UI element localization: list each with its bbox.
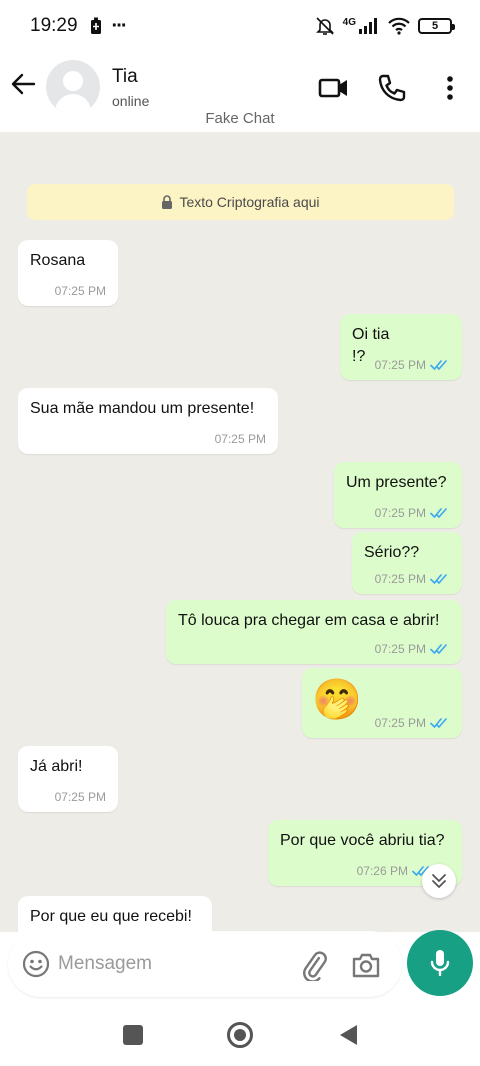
notification-more-icon: ···: [111, 14, 128, 37]
battery-icon: 5: [418, 18, 455, 34]
message-input[interactable]: [58, 946, 288, 982]
avatar[interactable]: [46, 60, 100, 114]
message-outgoing[interactable]: Tô louca pra chegar em casa e abrir! 07:…: [166, 600, 462, 664]
contact-name[interactable]: Tia: [112, 66, 138, 88]
camera-icon[interactable]: [350, 949, 382, 981]
message-text: Por que você abriu tia?: [280, 832, 445, 849]
message-composer: [8, 931, 402, 997]
mute-bell-icon: [315, 17, 334, 35]
video-camera-icon[interactable]: [318, 72, 350, 104]
battery-level: 5: [431, 20, 439, 32]
back-triangle-icon[interactable]: [336, 1022, 362, 1048]
double-check-icon: [430, 644, 447, 654]
message-time: 07:25 PM: [374, 572, 426, 586]
message-outgoing[interactable]: Sério?? 07:25 PM: [352, 532, 462, 594]
smiley-icon[interactable]: [22, 950, 50, 978]
double-check-icon: [430, 508, 447, 518]
arrow-left-icon[interactable]: [10, 70, 38, 98]
message-text: Sua mãe mandou um presente!: [30, 400, 255, 417]
status-bar: 19:29 ··· 4G 5: [0, 0, 480, 52]
watermark: Fake Chat: [205, 110, 275, 127]
message-text: Rosana: [30, 252, 86, 269]
message-incoming[interactable]: Já abri! 07:25 PM: [18, 746, 118, 812]
message-time: 07:25 PM: [374, 358, 426, 372]
phone-icon[interactable]: [376, 72, 408, 104]
message-time: 07:25 PM: [374, 506, 426, 520]
chat-header: Tia online Fake Chat: [0, 52, 480, 132]
message-time: 07:25 PM: [214, 432, 266, 446]
message-incoming[interactable]: Sua mãe mandou um presente! 07:25 PM: [18, 388, 278, 454]
message-time: 07:25 PM: [54, 284, 106, 298]
message-incoming[interactable]: Por que eu que recebi!: [18, 896, 212, 932]
message-text: Sério??: [364, 544, 420, 561]
message-text: Oi tia: [352, 326, 390, 343]
message-outgoing[interactable]: Um presente? 07:25 PM: [334, 462, 462, 528]
message-time: 07:25 PM: [374, 642, 426, 656]
microphone-button[interactable]: [407, 930, 473, 996]
message-incoming[interactable]: Rosana 07:25 PM: [18, 240, 118, 306]
more-vertical-icon[interactable]: [434, 72, 466, 104]
lock-icon: [162, 195, 173, 209]
message-outgoing[interactable]: Oi tia !? 07:25 PM: [340, 314, 462, 380]
contact-status: online: [112, 93, 150, 109]
double-check-icon: [430, 360, 447, 370]
network-type: 4G: [342, 16, 356, 28]
microphone-icon: [430, 950, 450, 977]
double-chevron-down-icon: [432, 874, 446, 888]
double-check-icon: [430, 574, 447, 584]
signal-icon: [359, 18, 377, 34]
double-check-icon: [430, 718, 447, 728]
encryption-notice-text: Texto Criptografia aqui: [179, 194, 320, 210]
message-text: Tô louca pra chegar em casa e abrir!: [178, 612, 440, 629]
recents-square-icon[interactable]: [120, 1022, 146, 1048]
navigation-bar: [0, 1004, 480, 1066]
message-text: Por que eu que recebi!: [30, 908, 192, 925]
message-time: 07:25 PM: [54, 790, 106, 804]
scroll-to-bottom-button[interactable]: [422, 864, 456, 898]
home-circle-icon[interactable]: [226, 1021, 254, 1049]
message-time: 07:25 PM: [374, 716, 426, 730]
paperclip-icon[interactable]: [298, 949, 330, 981]
message-text: Já abri!: [30, 758, 83, 775]
message-text: Um presente?: [346, 474, 447, 491]
message-outgoing[interactable]: 🤭 07:25 PM: [302, 668, 462, 738]
message-time: 07:26 PM: [356, 864, 408, 878]
encryption-notice: Texto Criptografia aqui: [27, 184, 454, 220]
status-time: 19:29: [30, 15, 78, 36]
wifi-icon: [388, 17, 410, 35]
battery-saver-icon: [90, 17, 101, 34]
chat-area[interactable]: Texto Criptografia aqui Rosana 07:25 PM …: [0, 132, 480, 932]
